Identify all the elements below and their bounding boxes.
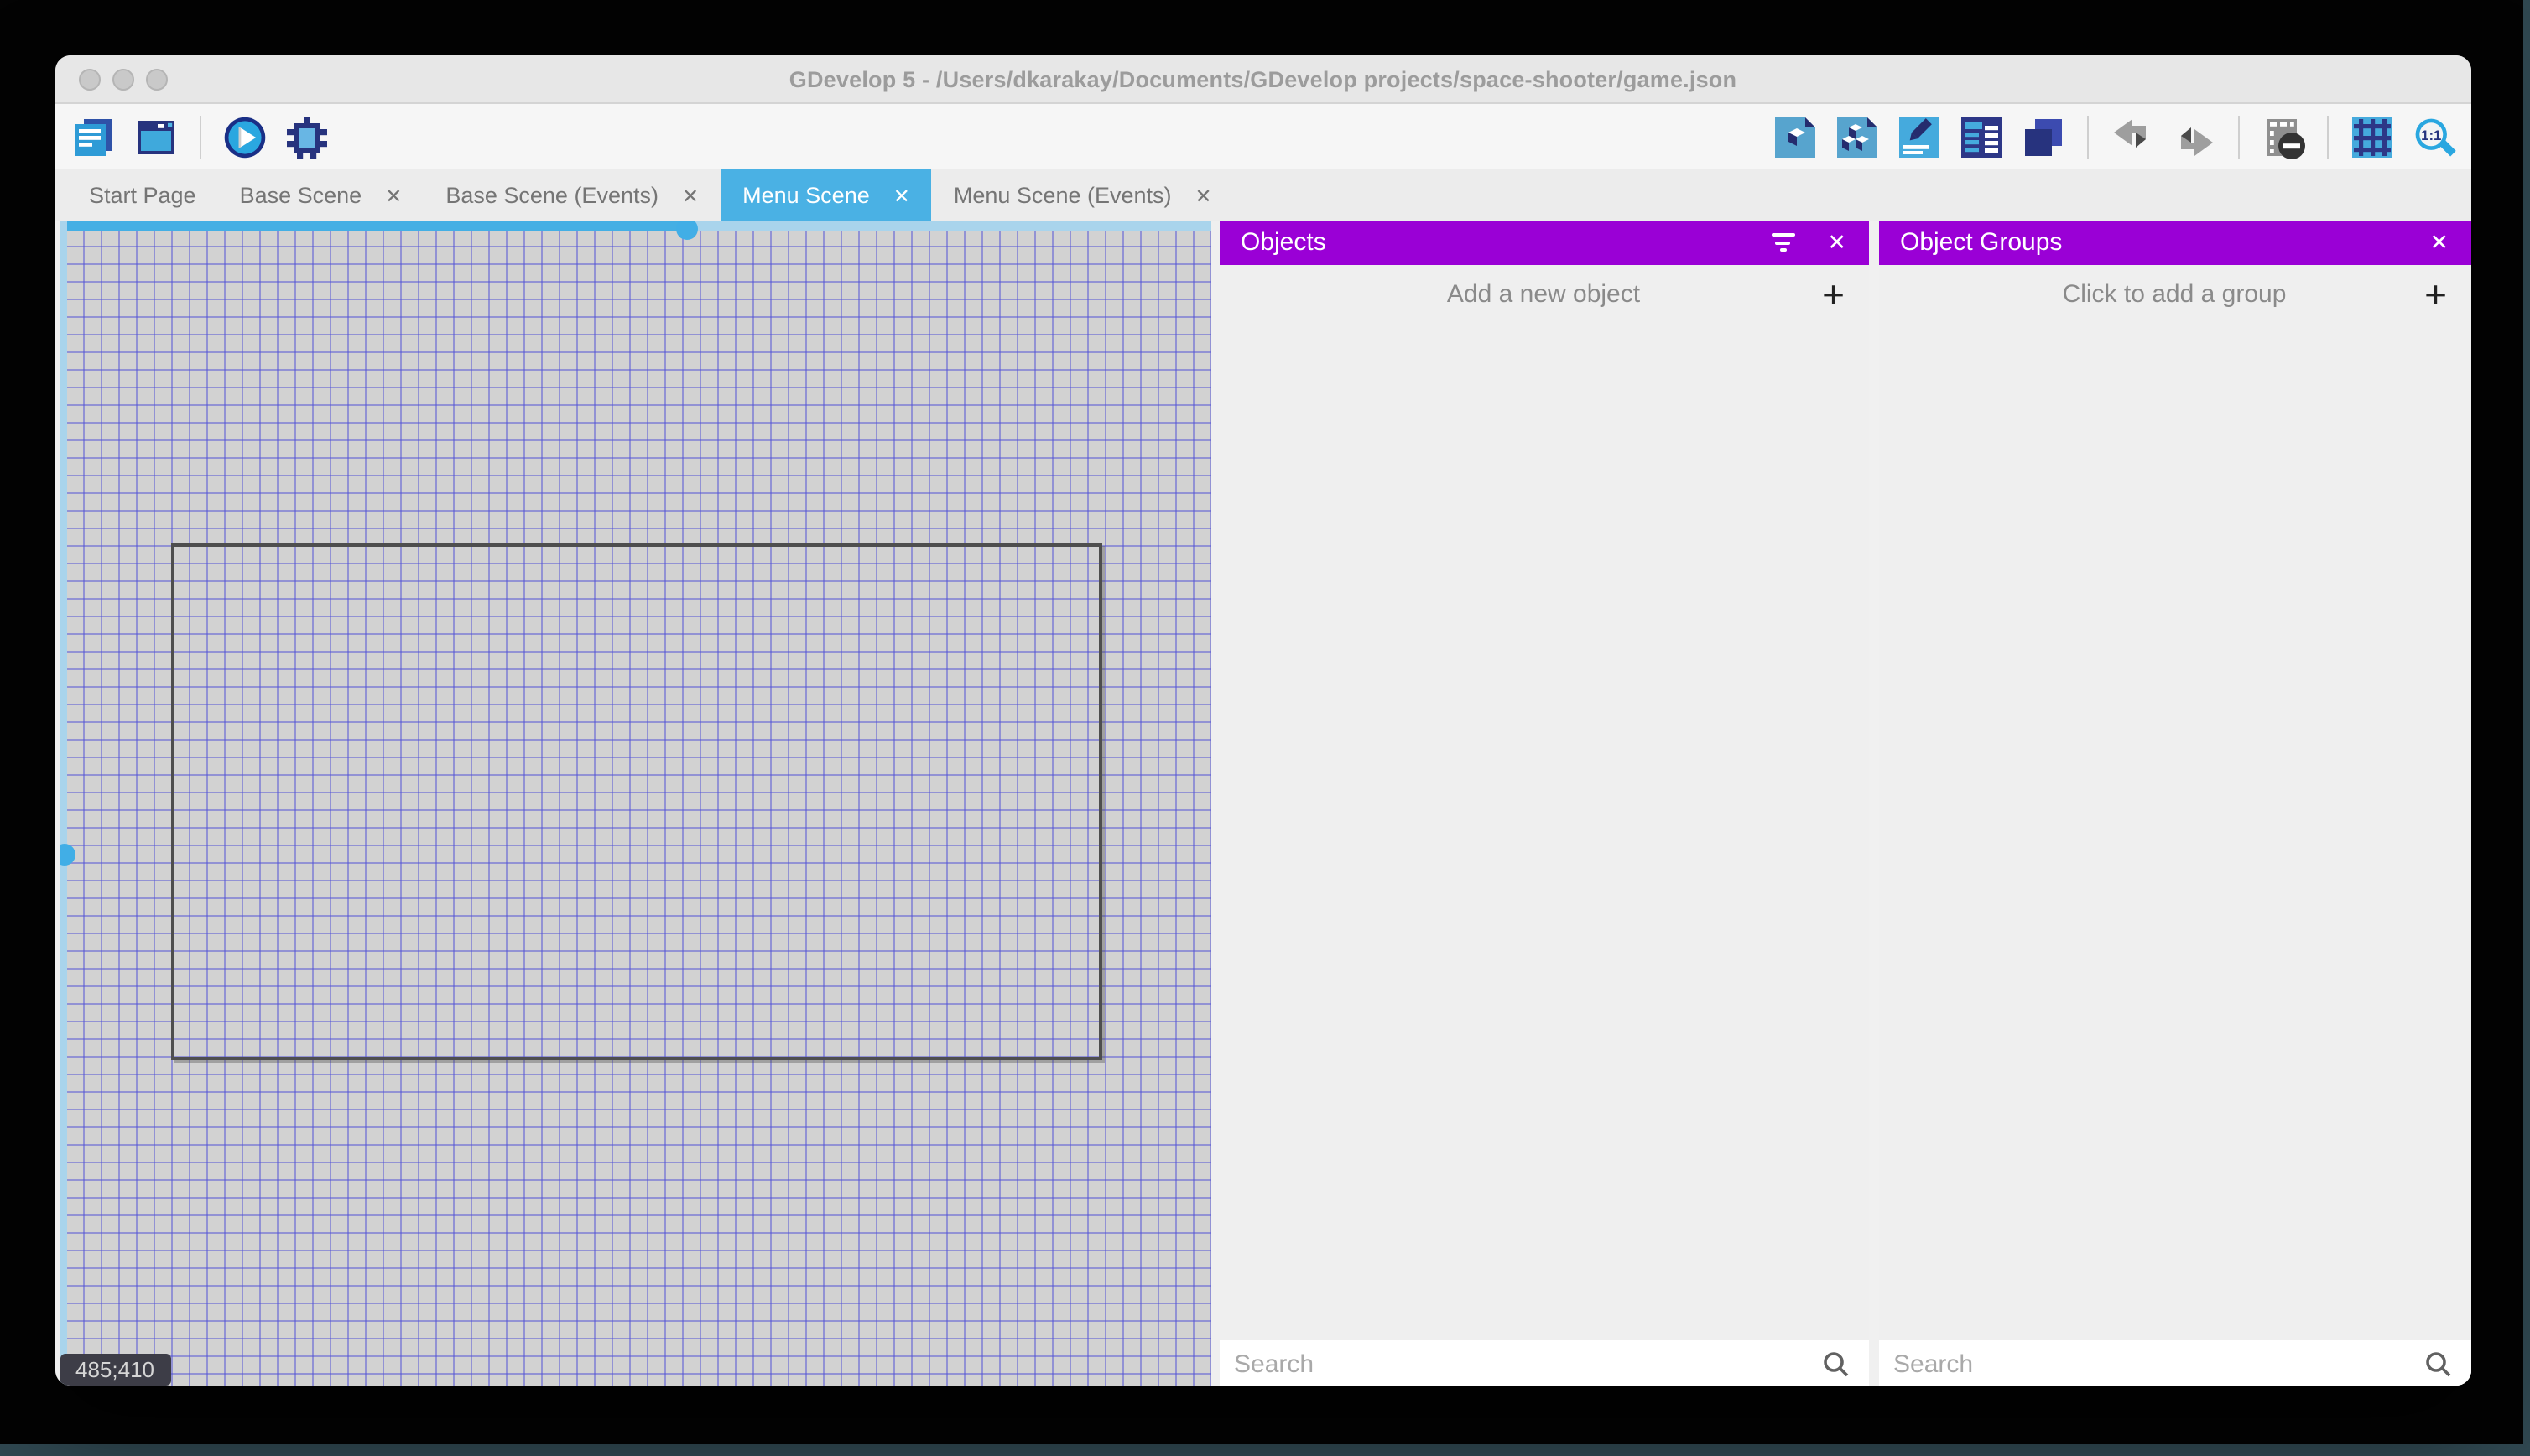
toolbar-divider (2237, 115, 2239, 159)
selection-edge-top (60, 221, 686, 231)
search-icon[interactable] (1821, 1349, 1850, 1378)
play-icon[interactable] (221, 113, 268, 160)
tab-bar: Start Page Base Scene ✕ Base Scene (Even… (55, 169, 2470, 221)
properties-icon[interactable] (1895, 113, 1942, 160)
objects-panel-header: Objects ✕ (1219, 221, 1868, 264)
add-new-object-label: Add a new object (1446, 280, 1641, 309)
undo-icon[interactable] (2108, 113, 2155, 160)
zoom-window-button[interactable] (146, 68, 168, 90)
objects-editor-icon[interactable] (1771, 113, 1818, 160)
redo-icon[interactable] (2170, 113, 2217, 160)
tab-label: Base Scene (239, 183, 362, 208)
traffic-lights (79, 68, 168, 90)
groups-list-empty (1878, 325, 2470, 1340)
tab-base-scene[interactable]: Base Scene ✕ (218, 169, 424, 221)
tab-label: Base Scene (Events) (445, 183, 659, 208)
objects-panel-title: Objects (1241, 228, 1326, 257)
tab-menu-scene[interactable]: Menu Scene ✕ (721, 169, 932, 221)
search-icon[interactable] (2423, 1349, 2452, 1378)
tab-menu-scene-events[interactable]: Menu Scene (Events) ✕ (932, 169, 1234, 221)
objects-search-input[interactable] (1234, 1349, 1821, 1378)
gdevelop-window: GDevelop 5 - /Users/dkarakay/Documents/G… (55, 55, 2470, 1386)
layers-editor-icon[interactable] (2019, 113, 2066, 160)
add-group-plus-icon[interactable]: + (2424, 274, 2447, 314)
selection-edge-top-light (686, 221, 1210, 231)
add-group-row[interactable]: Click to add a group + (1878, 264, 2470, 325)
window-title: GDevelop 5 - /Users/dkarakay/Documents/G… (789, 66, 1737, 91)
add-new-object-row[interactable]: Add a new object + (1219, 264, 1868, 325)
project-manager-icon[interactable] (70, 113, 117, 160)
background-window-edge-right (2523, 0, 2530, 1456)
objects-panel: Objects ✕ Add a new object + (1219, 221, 1868, 1386)
tab-close-icon[interactable]: ✕ (385, 184, 402, 207)
scene-window-icon[interactable] (133, 113, 180, 160)
instances-list-icon[interactable] (1957, 113, 2004, 160)
background-window-edge-bottom (0, 1444, 2530, 1456)
svg-text:1:1: 1:1 (2420, 127, 2440, 143)
close-window-button[interactable] (79, 68, 101, 90)
filter-icon[interactable] (1770, 233, 1795, 252)
object-groups-editor-icon[interactable] (1833, 113, 1880, 160)
tab-start-page[interactable]: Start Page (67, 169, 218, 221)
tab-label: Menu Scene (Events) (953, 183, 1172, 208)
tab-label: Menu Scene (742, 183, 870, 208)
object-groups-panel-header: Object Groups ✕ (1878, 221, 2470, 264)
add-object-plus-icon[interactable]: + (1822, 274, 1845, 314)
window-mask-icon[interactable] (2259, 113, 2306, 160)
close-icon[interactable]: ✕ (1827, 231, 1846, 254)
selection-edge-left (60, 221, 67, 1386)
object-groups-panel: Object Groups ✕ Click to add a group + (1878, 221, 2470, 1386)
toolbar-divider (200, 115, 201, 159)
groups-search-row (1878, 1340, 2470, 1386)
minimize-window-button[interactable] (112, 68, 134, 90)
close-icon[interactable]: ✕ (2429, 231, 2449, 254)
toolbar-divider (2326, 115, 2328, 159)
zoom-options-icon[interactable]: 1:1 (2410, 113, 2457, 160)
toolbar: 1:1 (55, 104, 2470, 169)
debugger-icon[interactable] (284, 113, 331, 160)
screen: GDevelop 5 - /Users/dkarakay/Documents/G… (0, 0, 2530, 1456)
tab-close-icon[interactable]: ✕ (1195, 184, 1212, 207)
grid-toggle-icon[interactable] (2348, 113, 2395, 160)
titlebar: GDevelop 5 - /Users/dkarakay/Documents/G… (55, 55, 2470, 104)
tab-close-icon[interactable]: ✕ (893, 184, 910, 207)
tab-label: Start Page (89, 183, 196, 208)
object-groups-panel-title: Object Groups (1900, 228, 2063, 257)
objects-list-empty (1219, 325, 1868, 1340)
content-area: 485;410 Objects ✕ Add a new object + Sea… (55, 221, 2470, 1386)
groups-search-input[interactable] (1893, 1349, 2423, 1378)
tab-base-scene-events[interactable]: Base Scene (Events) ✕ (424, 169, 721, 221)
toolbar-divider (2086, 115, 2088, 159)
selection-resize-handle-left[interactable] (60, 843, 75, 865)
add-group-label: Click to add a group (2062, 280, 2287, 309)
game-window-border (170, 543, 1101, 1060)
tab-close-icon[interactable]: ✕ (682, 184, 699, 207)
objects-search-row (1219, 1340, 1868, 1386)
cursor-coordinates-badge: 485;410 (60, 1354, 170, 1386)
scene-editor-canvas[interactable]: 485;410 (60, 221, 1219, 1386)
